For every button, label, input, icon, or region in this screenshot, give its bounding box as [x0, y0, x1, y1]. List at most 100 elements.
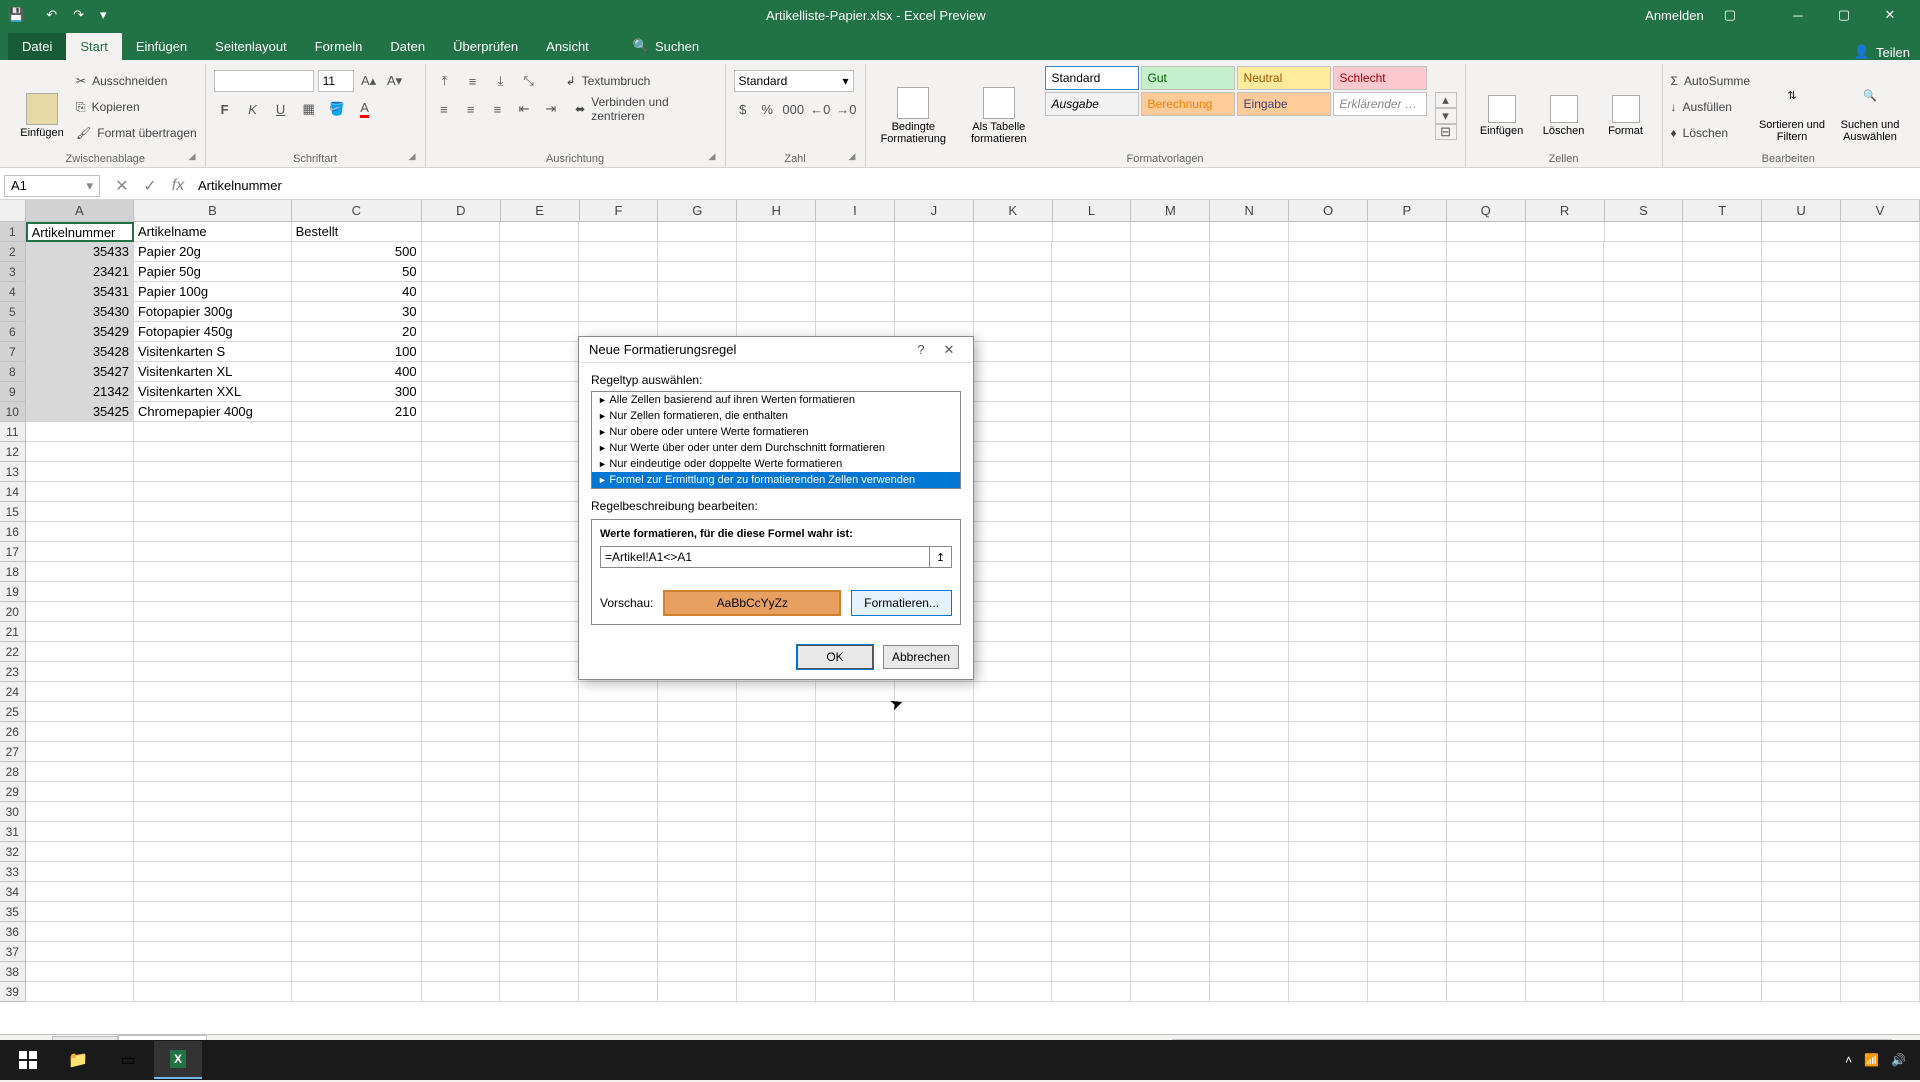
cell[interactable]: [1289, 802, 1368, 822]
cell[interactable]: [422, 262, 501, 282]
tab-insert[interactable]: Einfügen: [122, 33, 201, 60]
row-header-25[interactable]: 25: [0, 702, 26, 722]
cell[interactable]: [1368, 662, 1447, 682]
decimal-increase-icon[interactable]: ←0: [810, 98, 830, 120]
cell[interactable]: [895, 882, 974, 902]
cell[interactable]: [737, 902, 816, 922]
cell[interactable]: [974, 582, 1053, 602]
cell[interactable]: [1052, 922, 1131, 942]
cell[interactable]: [737, 702, 816, 722]
cell[interactable]: [1131, 422, 1210, 442]
cell[interactable]: [1447, 602, 1526, 622]
cell[interactable]: [1289, 862, 1368, 882]
cell[interactable]: [422, 422, 501, 442]
cell[interactable]: [1210, 322, 1289, 342]
cell[interactable]: [422, 622, 501, 642]
cell[interactable]: [26, 522, 134, 542]
cell[interactable]: [1604, 722, 1683, 742]
cell[interactable]: [26, 422, 134, 442]
cell[interactable]: [974, 402, 1053, 422]
cell[interactable]: [1052, 522, 1131, 542]
cell[interactable]: [1526, 742, 1605, 762]
paste-button[interactable]: Einfügen: [14, 66, 70, 165]
col-header-H[interactable]: H: [737, 200, 816, 221]
taskbar-app-icon[interactable]: ▭: [104, 1041, 152, 1079]
cell[interactable]: [1604, 462, 1683, 482]
cell[interactable]: [1131, 922, 1210, 942]
tab-file[interactable]: Datei: [8, 33, 66, 60]
cell[interactable]: [1289, 822, 1368, 842]
cell[interactable]: [1841, 642, 1920, 662]
cell[interactable]: [1368, 842, 1447, 862]
cell[interactable]: [1131, 882, 1210, 902]
tab-data[interactable]: Daten: [376, 33, 439, 60]
cell[interactable]: [1604, 502, 1683, 522]
maximize-button[interactable]: ▢: [1822, 0, 1866, 30]
dialog-close-icon[interactable]: ✕: [935, 342, 963, 358]
cell[interactable]: [658, 702, 737, 722]
cell[interactable]: [816, 842, 895, 862]
cell[interactable]: [1604, 962, 1683, 982]
cell[interactable]: [1210, 502, 1289, 522]
rule-type-item[interactable]: Nur Werte über oder unter dem Durchschni…: [592, 440, 960, 456]
cell[interactable]: [579, 282, 658, 302]
cell[interactable]: [1289, 342, 1368, 362]
format-button[interactable]: Formatieren...: [851, 590, 952, 616]
cell[interactable]: [1447, 302, 1526, 322]
cell[interactable]: [422, 482, 501, 502]
cell[interactable]: [816, 942, 895, 962]
cell[interactable]: [1526, 262, 1605, 282]
cell[interactable]: [500, 442, 579, 462]
cell[interactable]: [1210, 802, 1289, 822]
cell[interactable]: [658, 262, 737, 282]
start-button[interactable]: [4, 1041, 52, 1079]
cell[interactable]: [1526, 702, 1605, 722]
cell[interactable]: [974, 882, 1053, 902]
cell[interactable]: [26, 502, 134, 522]
cell[interactable]: [1841, 542, 1920, 562]
cell[interactable]: [422, 382, 501, 402]
cell[interactable]: [422, 722, 501, 742]
cell[interactable]: [974, 642, 1053, 662]
cell[interactable]: [26, 882, 134, 902]
cell[interactable]: [1604, 422, 1683, 442]
cell[interactable]: [1683, 942, 1762, 962]
cell[interactable]: [1447, 382, 1526, 402]
cell[interactable]: [1289, 882, 1368, 902]
cell[interactable]: [1762, 882, 1841, 902]
cell[interactable]: [1841, 422, 1920, 442]
cell[interactable]: [1131, 622, 1210, 642]
number-launcher-icon[interactable]: ◢: [849, 151, 863, 165]
cell[interactable]: [1210, 242, 1289, 262]
cell[interactable]: [422, 222, 501, 242]
cell[interactable]: [134, 742, 292, 762]
cell[interactable]: [974, 662, 1053, 682]
cell[interactable]: [1841, 962, 1920, 982]
cell[interactable]: [658, 962, 737, 982]
cell[interactable]: [658, 682, 737, 702]
row-header-16[interactable]: 16: [0, 522, 26, 542]
cut-button[interactable]: ✂Ausschneiden: [76, 70, 197, 92]
cell[interactable]: [974, 262, 1053, 282]
cell[interactable]: [1447, 782, 1526, 802]
cell[interactable]: [500, 842, 579, 862]
cell[interactable]: [1526, 982, 1605, 1002]
col-header-N[interactable]: N: [1210, 200, 1289, 221]
cell[interactable]: [500, 342, 579, 362]
cell[interactable]: [1131, 562, 1210, 582]
cell[interactable]: [1841, 242, 1920, 262]
cell[interactable]: [1683, 422, 1762, 442]
cell[interactable]: [1368, 282, 1447, 302]
share-label[interactable]: Teilen: [1876, 45, 1910, 60]
cell[interactable]: [134, 502, 292, 522]
cell[interactable]: [500, 402, 579, 422]
cell[interactable]: [816, 962, 895, 982]
cell[interactable]: [1762, 462, 1841, 482]
cell[interactable]: 30: [292, 302, 422, 322]
cell[interactable]: [1368, 342, 1447, 362]
cell[interactable]: [1289, 742, 1368, 762]
style-berechnung[interactable]: Berechnung: [1141, 92, 1235, 116]
cell[interactable]: [292, 862, 422, 882]
cell[interactable]: [1447, 642, 1526, 662]
cell[interactable]: [1526, 222, 1605, 242]
